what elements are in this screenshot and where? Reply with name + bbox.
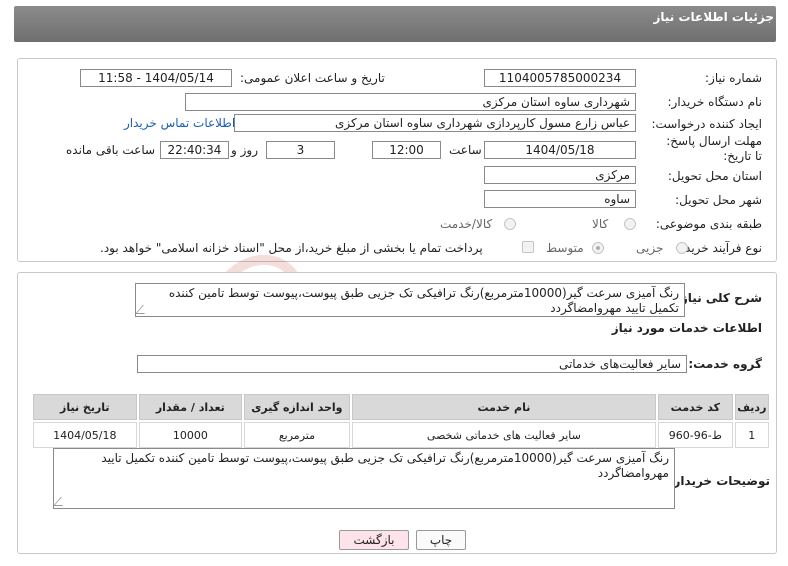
deadline-time-label: ساعت xyxy=(449,143,482,157)
need-number-label: شماره نیاز: xyxy=(705,71,762,85)
print-button[interactable]: چاپ xyxy=(416,530,466,550)
col-header-code: کد خدمت xyxy=(658,394,733,420)
cell-need-date: 1404/05/18 xyxy=(33,422,137,448)
buyer-org-field[interactable]: شهرداری ساوه استان مرکزی xyxy=(185,93,636,111)
treasury-payment-note: پرداخت تمام یا بخشی از مبلغ خرید،از محل … xyxy=(100,241,483,255)
services-table-header: ردیف کد خدمت نام خدمت واحد اندازه گیری ت… xyxy=(33,394,769,420)
creator-field[interactable]: عباس زارع مسول کارپردازی شهرداری ساوه اس… xyxy=(234,114,636,132)
process-medium-radio[interactable] xyxy=(592,242,604,254)
creator-label: ایجاد کننده درخواست: xyxy=(651,117,762,131)
need-number-field[interactable]: 1104005785000234 xyxy=(484,69,636,87)
process-medium-label: متوسط xyxy=(546,241,584,255)
deadline-label: مهلت ارسال پاسخ: تا تاریخ: xyxy=(666,134,762,163)
summary-textarea[interactable]: رنگ آمیزی سرعت گیر(10000مترمربع)رنگ تراف… xyxy=(135,283,685,317)
announce-datetime-field[interactable]: 1404/05/14 - 11:58 xyxy=(80,69,232,87)
category-goods-service-label: کالا/خدمت xyxy=(440,217,493,231)
col-header-unit: واحد اندازه گیری xyxy=(244,394,350,420)
days-remaining-field[interactable]: 3 xyxy=(266,141,335,159)
category-goods-service-radio[interactable] xyxy=(504,218,516,230)
cell-service-code: ط-96-960 xyxy=(658,422,733,448)
delivery-city-field[interactable]: ساوه xyxy=(484,190,636,208)
remaining-time-label: ساعت باقی مانده xyxy=(66,143,156,157)
service-group-field[interactable]: سایر فعالیت‌های خدماتی xyxy=(137,355,687,373)
col-header-row: ردیف xyxy=(734,394,769,420)
delivery-province-label: استان محل تحویل: xyxy=(667,169,762,183)
summary-text: رنگ آمیزی سرعت گیر(10000مترمربع)رنگ تراف… xyxy=(168,286,679,315)
cell-service-name: سایر فعالیت های خدماتی شخصی xyxy=(351,422,657,448)
col-header-date: تاریخ نیاز xyxy=(33,394,137,420)
need-info-panel xyxy=(17,58,777,262)
cell-row-number: 1 xyxy=(734,422,769,448)
resize-grip-icon[interactable] xyxy=(54,497,70,506)
deadline-date-field[interactable]: 1404/05/18 xyxy=(484,141,636,159)
back-button[interactable]: بازگشت xyxy=(339,530,409,550)
page-title: جزئیات اطلاعات نیاز xyxy=(653,10,774,24)
services-table-wrapper: ردیف کد خدمت نام خدمت واحد اندازه گیری ت… xyxy=(31,392,771,450)
services-section-title: اطلاعات خدمات مورد نیاز xyxy=(611,321,762,335)
announce-datetime-label: تاریخ و ساعت اعلان عمومی: xyxy=(240,71,385,85)
table-row[interactable]: 1 ط-96-960 سایر فعالیت های خدماتی شخصی م… xyxy=(33,422,769,448)
process-minor-label: جزیی xyxy=(636,241,664,255)
deadline-time-field[interactable]: 12:00 xyxy=(372,141,441,159)
process-type-label: نوع فرآیند خرید : xyxy=(677,241,762,255)
cell-quantity: 10000 xyxy=(138,422,243,448)
buyer-contact-link[interactable]: اطلاعات تماس خریدار xyxy=(124,116,235,130)
remaining-time-field[interactable]: 22:40:34 xyxy=(160,141,229,159)
days-label: روز و xyxy=(231,143,258,157)
summary-label: شرح کلی نیاز: xyxy=(676,291,762,305)
service-group-label: گروه خدمت: xyxy=(688,357,762,371)
col-header-qty: تعداد / مقدار xyxy=(138,394,243,420)
category-goods-radio[interactable] xyxy=(624,218,636,230)
category-label: طبقه بندی موضوعی: xyxy=(655,217,762,231)
buyer-notes-label: توضیحات خریدار: xyxy=(668,474,770,488)
delivery-province-field[interactable]: مرکزی xyxy=(484,166,636,184)
delivery-city-label: شهر محل تحویل: xyxy=(675,193,762,207)
cell-unit: مترمربع xyxy=(244,422,350,448)
buyer-org-label: نام دستگاه خریدار: xyxy=(667,95,763,109)
services-table: ردیف کد خدمت نام خدمت واحد اندازه گیری ت… xyxy=(31,392,771,450)
resize-grip-icon[interactable] xyxy=(136,305,152,314)
process-minor-radio[interactable] xyxy=(676,242,688,254)
col-header-name: نام خدمت xyxy=(351,394,657,420)
category-goods-label: کالا xyxy=(592,217,609,231)
treasury-payment-checkbox[interactable] xyxy=(522,241,534,253)
buyer-notes-textarea[interactable]: رنگ آمیزی سرعت گیر(10000مترمربع)رنگ تراف… xyxy=(53,448,675,509)
buyer-notes-text: رنگ آمیزی سرعت گیر(10000مترمربع)رنگ تراف… xyxy=(101,451,669,480)
